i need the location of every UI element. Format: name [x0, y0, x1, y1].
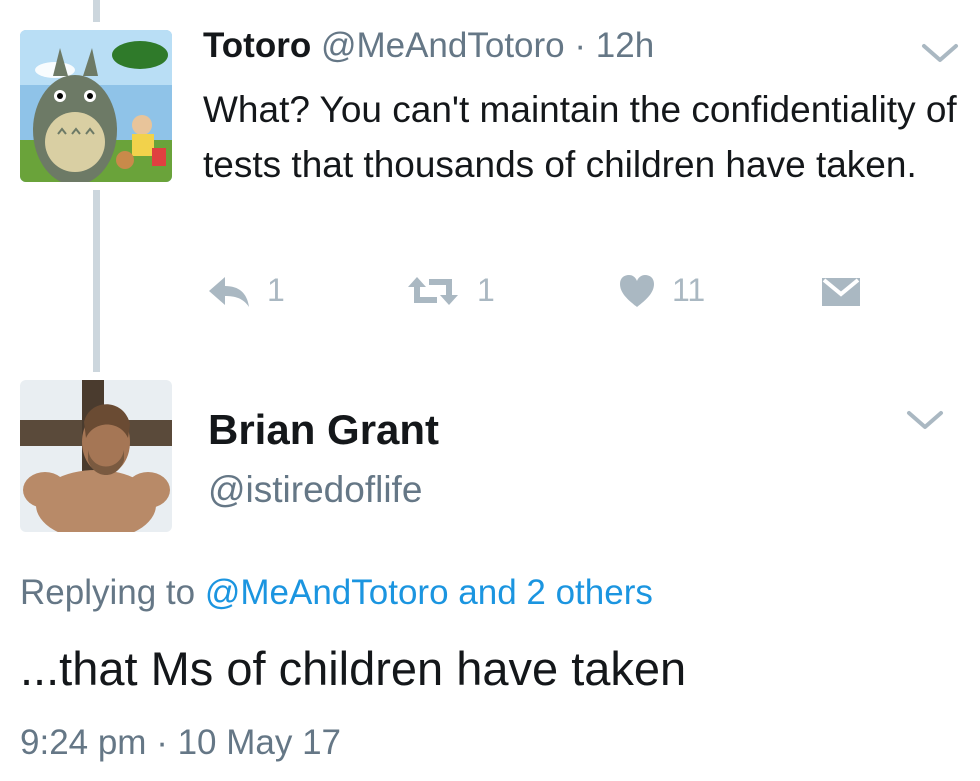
chevron-down-icon[interactable] [920, 40, 960, 66]
totoro-avatar[interactable] [20, 30, 172, 182]
man-avatar[interactable] [20, 380, 172, 532]
reply-count: 1 [267, 272, 285, 308]
retweet-icon [405, 273, 461, 309]
heart-icon [618, 273, 656, 309]
thread-line-top [93, 0, 100, 22]
tweet-time: 9:24 pm [20, 723, 147, 762]
chevron-down-icon[interactable] [905, 407, 945, 433]
reply-icon [205, 273, 251, 309]
envelope-icon [820, 276, 862, 308]
retweet-button[interactable]: 1 [405, 272, 495, 309]
message-button[interactable] [820, 276, 862, 308]
tweet-time[interactable]: 12h [596, 26, 654, 65]
tweet-header: Totoro @MeAndTotoro · 12h [203, 24, 654, 68]
replying-to: Replying to @MeAndTotoro and 2 others [20, 570, 653, 616]
tweet-text: ...that Ms of children have taken [20, 642, 687, 695]
display-name[interactable]: Brian Grant [208, 404, 439, 456]
replying-target-link[interactable]: @MeAndTotoro and 2 others [205, 573, 653, 612]
tweet-date: 10 May 17 [177, 723, 342, 762]
separator: · [156, 723, 168, 762]
like-count: 11 [672, 272, 706, 308]
reply-button[interactable]: 1 [205, 272, 285, 309]
replying-prefix: Replying to [20, 573, 196, 612]
tweet-timestamp[interactable]: 9:24 pm · 10 May 17 [20, 720, 341, 766]
user-handle[interactable]: @MeAndTotoro [321, 26, 565, 65]
separator: · [574, 26, 587, 65]
tweet-actions: 1 1 11 [0, 272, 980, 320]
display-name[interactable]: Totoro [203, 26, 311, 65]
like-button[interactable]: 11 [618, 272, 705, 309]
retweet-count: 1 [477, 272, 495, 308]
tweet-text: What? You can't maintain the confidentia… [203, 89, 957, 185]
user-handle[interactable]: @istiredoflife [208, 466, 422, 514]
